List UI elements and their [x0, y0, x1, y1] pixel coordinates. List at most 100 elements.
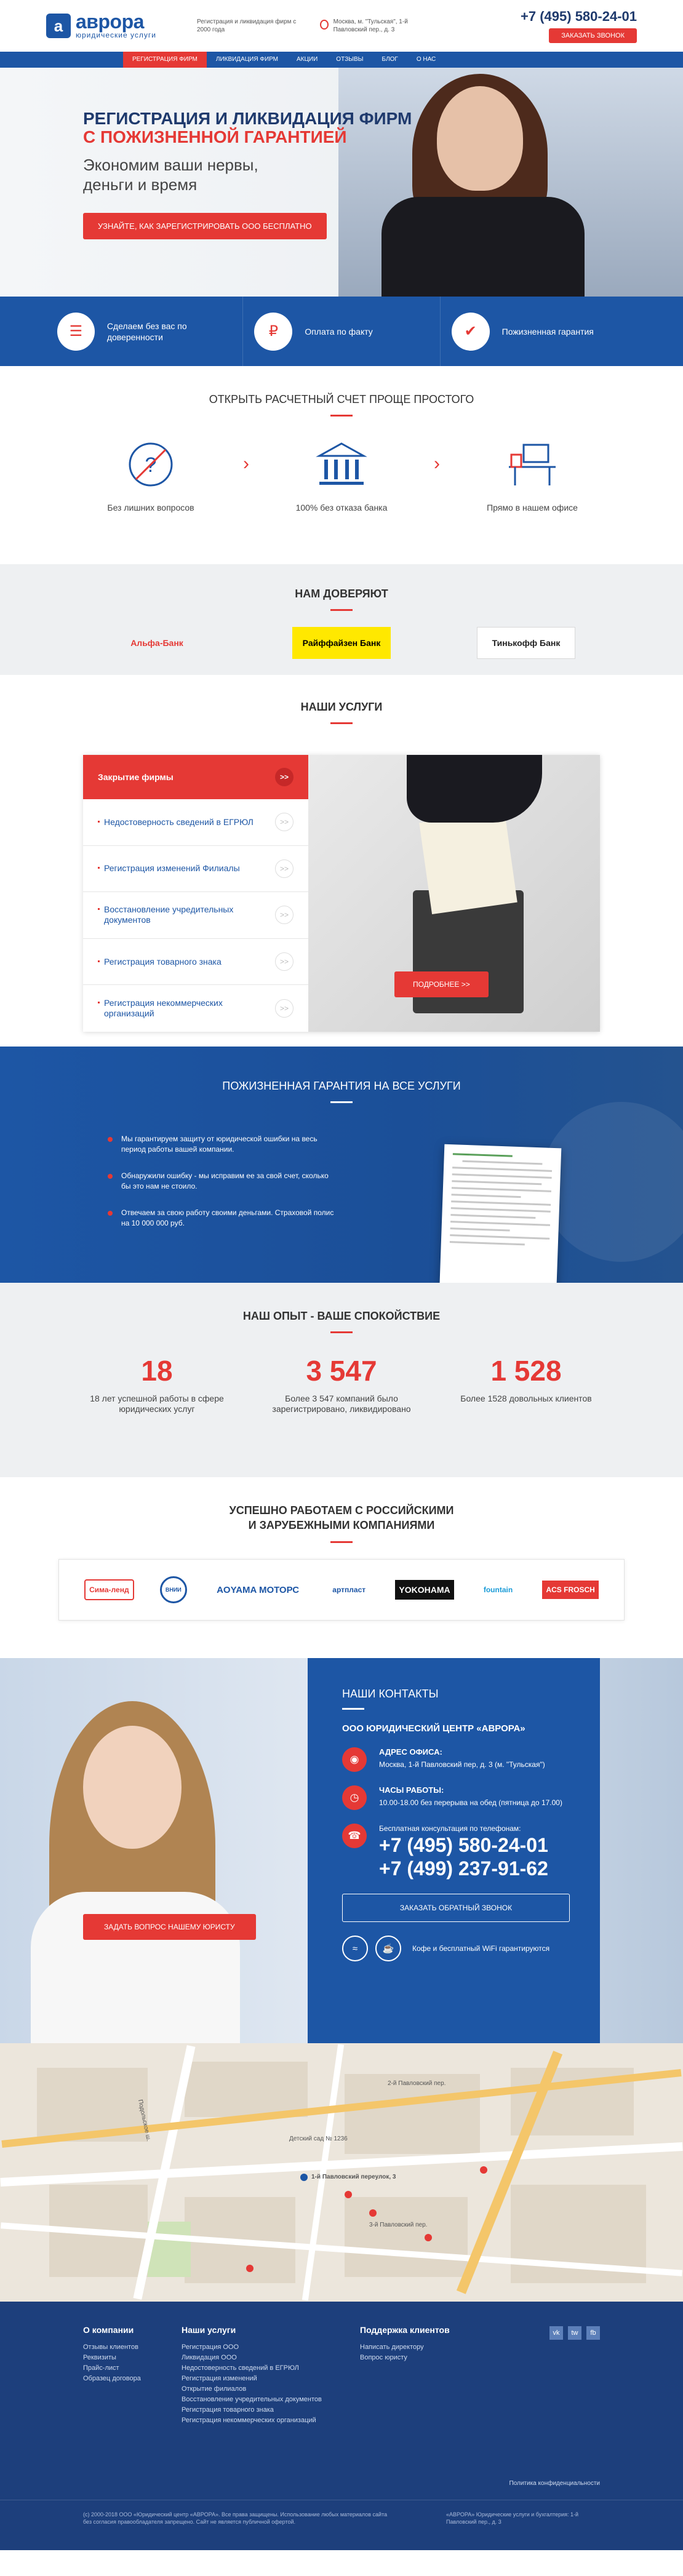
- insurance-document-image: [439, 1144, 562, 1283]
- footer-link[interactable]: Регистрация изменений: [182, 2375, 360, 2382]
- nav-item-promos[interactable]: Акции: [287, 52, 327, 68]
- guarantee-text: Обнаружили ошибку - мы исправим ее за св…: [121, 1171, 329, 1190]
- main-nav: Регистрация фирм Ликвидация фирм Акции О…: [0, 52, 683, 68]
- nav-item-about[interactable]: О нас: [407, 52, 445, 68]
- document-icon: ☰: [57, 312, 95, 351]
- section-title-line: Успешно работаем с российскими: [229, 1504, 454, 1517]
- header-tagline: Регистрация и ликвидация фирм с 2000 год…: [197, 18, 297, 33]
- stat-text: 18 лет успешной работы в сфере юридическ…: [90, 1394, 224, 1414]
- contact-phone-1[interactable]: +7 (495) 580-24-01: [379, 1833, 548, 1857]
- vk-icon[interactable]: vk: [549, 2326, 563, 2340]
- contacts-section: Задать вопрос нашему юристу Наши контакт…: [0, 1658, 683, 2043]
- stat-number: 3 547: [306, 1355, 377, 1387]
- stat-number: 1 528: [490, 1355, 562, 1387]
- service-item[interactable]: Регистрация товарного знака >>: [83, 939, 308, 986]
- contacts-panel: Наши контакты ООО Юридический центр «Авр…: [308, 1658, 600, 2043]
- hero-cta-button[interactable]: Узнайте, как зарегистрировать ООО беспла…: [83, 213, 327, 239]
- partners-section: Успешно работаем с российскими и зарубеж…: [0, 1477, 683, 1658]
- footer-col-title: Поддержка клиентов: [360, 2325, 450, 2335]
- advantage-text: Сделаем без вас по доверенности: [106, 321, 187, 342]
- services-more-button[interactable]: Подробнее >>: [394, 971, 489, 997]
- footer-link[interactable]: Отзывы клиентов: [83, 2343, 182, 2351]
- contact-phone-2[interactable]: +7 (499) 237-91-62: [379, 1857, 548, 1880]
- twitter-icon[interactable]: tw: [568, 2326, 581, 2340]
- stat-item: 3 547 Более 3 547 компаний было зарегист…: [249, 1354, 434, 1414]
- header-call-button[interactable]: Заказать звонок: [549, 28, 637, 43]
- bank-icon: [312, 435, 371, 494]
- footer-link[interactable]: Восстановление учредительных документов: [182, 2396, 360, 2403]
- footer-link[interactable]: Вопрос юристу: [360, 2354, 458, 2361]
- company-name: ООО Юридический центр «Аврора»: [342, 1723, 525, 1734]
- clock-icon: ◷: [342, 1785, 367, 1810]
- section-title: Успешно работаем с российскими и зарубеж…: [0, 1477, 683, 1533]
- partner-logo: артпласт: [332, 1585, 366, 1594]
- section-title: Открыть расчетный счет проще простого: [209, 393, 474, 405]
- logo[interactable]: a аврора юридические услуги: [46, 12, 175, 39]
- ask-lawyer-button[interactable]: Задать вопрос нашему юристу: [83, 1914, 256, 1940]
- service-item[interactable]: Регистрация изменений Филиалы >>: [83, 846, 308, 893]
- address-text: Москва, 1-й Павловский пер, д. 3 (м. "Ту…: [379, 1760, 545, 1769]
- section-title: Нам доверяют: [295, 588, 388, 600]
- footer-link[interactable]: Открытие филиалов: [182, 2385, 360, 2393]
- question-icon: ?: [121, 435, 180, 494]
- wallet-icon: ₽: [254, 312, 293, 351]
- footer-link[interactable]: Написать директору: [360, 2343, 458, 2351]
- copyright-text: (с) 2000-2018 ООО «Юридический центр «АВ…: [83, 2511, 388, 2525]
- hero-title-accent: с пожизненной гарантией: [83, 127, 347, 146]
- service-item[interactable]: Регистрация некоммерческих организаций >…: [83, 985, 308, 1032]
- partner-logo: AOYAMA МОТОРС: [217, 1584, 300, 1595]
- advantage-text: Оплата по факту: [305, 326, 373, 337]
- location-map[interactable]: 1-й Павловский переулок, 3 2-й Павловски…: [0, 2043, 683, 2302]
- footer-link[interactable]: Регистрация ООО: [182, 2343, 360, 2351]
- partner-logo: fountain: [483, 1585, 513, 1594]
- stat-item: 1 528 Более 1528 довольных клиентов: [434, 1354, 618, 1414]
- partner-logo: ACS FROSCH: [542, 1581, 599, 1599]
- footer-link[interactable]: Ликвидация ООО: [182, 2354, 360, 2361]
- nav-item-liquidation[interactable]: Ликвидация фирм: [207, 52, 287, 68]
- section-title-line: и зарубежными компаниями: [248, 1519, 435, 1531]
- trust-section: Нам доверяют Альфа-Банк Райффайзен Банк …: [0, 564, 683, 675]
- facebook-icon[interactable]: fb: [586, 2326, 600, 2340]
- map-label: 2-й Павловский пер.: [388, 2080, 446, 2087]
- bank-logo-raiffeisen: Райффайзен Банк: [292, 627, 391, 659]
- service-item[interactable]: Недостоверность сведений в ЕГРЮЛ >>: [83, 799, 308, 846]
- bank-logo-alfa: Альфа-Банк: [130, 638, 183, 648]
- account-section: Открыть расчетный счет проще простого ? …: [0, 366, 683, 564]
- chevron-right-icon: >>: [275, 952, 294, 971]
- office-icon: [503, 435, 562, 494]
- service-item-active[interactable]: Закрытие фирмы >>: [83, 755, 308, 799]
- advantage-text: Пожизненная гарантия: [501, 326, 594, 337]
- header-address: Москва, м. "Тульская", 1-й Павловский пе…: [320, 18, 443, 34]
- footer-link[interactable]: Реквизиты: [83, 2354, 182, 2361]
- service-item[interactable]: Восстановление учредительных документов …: [83, 892, 308, 939]
- footer-link[interactable]: Регистрация некоммерческих организаций: [182, 2417, 360, 2424]
- logo-subtitle: юридические услуги: [76, 31, 156, 39]
- footer-link[interactable]: Недостоверность сведений в ЕГРЮЛ: [182, 2364, 360, 2372]
- footer-link[interactable]: Прайс-лист: [83, 2364, 182, 2372]
- header-phone[interactable]: +7 (495) 580-24-01: [521, 9, 637, 25]
- nav-item-registration[interactable]: Регистрация фирм: [123, 52, 207, 68]
- nav-item-reviews[interactable]: Отзывы: [327, 52, 372, 68]
- phone-icon: ☎: [342, 1824, 367, 1848]
- privacy-policy-link[interactable]: Политика конфиденциальности: [509, 2480, 600, 2487]
- partner-logo: ВНИИ: [159, 1576, 187, 1603]
- service-item-label: Регистрация некоммерческих организаций: [98, 998, 264, 1019]
- phone-note: Бесплатная консультация по телефонам:: [379, 1824, 521, 1833]
- guarantee-item: Мы гарантируем защиту от юридической оши…: [108, 1134, 335, 1155]
- hero-subtitle: Экономим ваши нервы, деньги и время: [83, 156, 258, 194]
- account-item: ? Без лишних вопросов: [102, 435, 200, 513]
- map-main-label: 1-й Павловский переулок, 3: [311, 2174, 396, 2180]
- chevron-right-icon: >>: [275, 768, 294, 786]
- callback-button[interactable]: Заказать обратный звонок: [342, 1894, 570, 1922]
- section-title: Наши услуги: [300, 701, 383, 713]
- nav-item-blog[interactable]: Блог: [373, 52, 407, 68]
- footer-link[interactable]: Образец договора: [83, 2375, 182, 2382]
- section-title: Наш опыт - ваше спокойствие: [242, 1310, 441, 1322]
- footer-link[interactable]: Регистрация товарного знака: [182, 2406, 360, 2414]
- service-item-label: Регистрация изменений Филиалы: [98, 863, 264, 874]
- wifi-coffee-text: Кофе и бесплатный WiFi гарантируются: [412, 1944, 550, 1953]
- account-item: 100% без отказа банка: [292, 435, 391, 513]
- service-item-label: Восстановление учредительных документов: [98, 904, 264, 925]
- guarantee-item: Обнаружили ошибку - мы исправим ее за св…: [108, 1171, 335, 1192]
- service-item-label: Недостоверность сведений в ЕГРЮЛ: [98, 817, 264, 827]
